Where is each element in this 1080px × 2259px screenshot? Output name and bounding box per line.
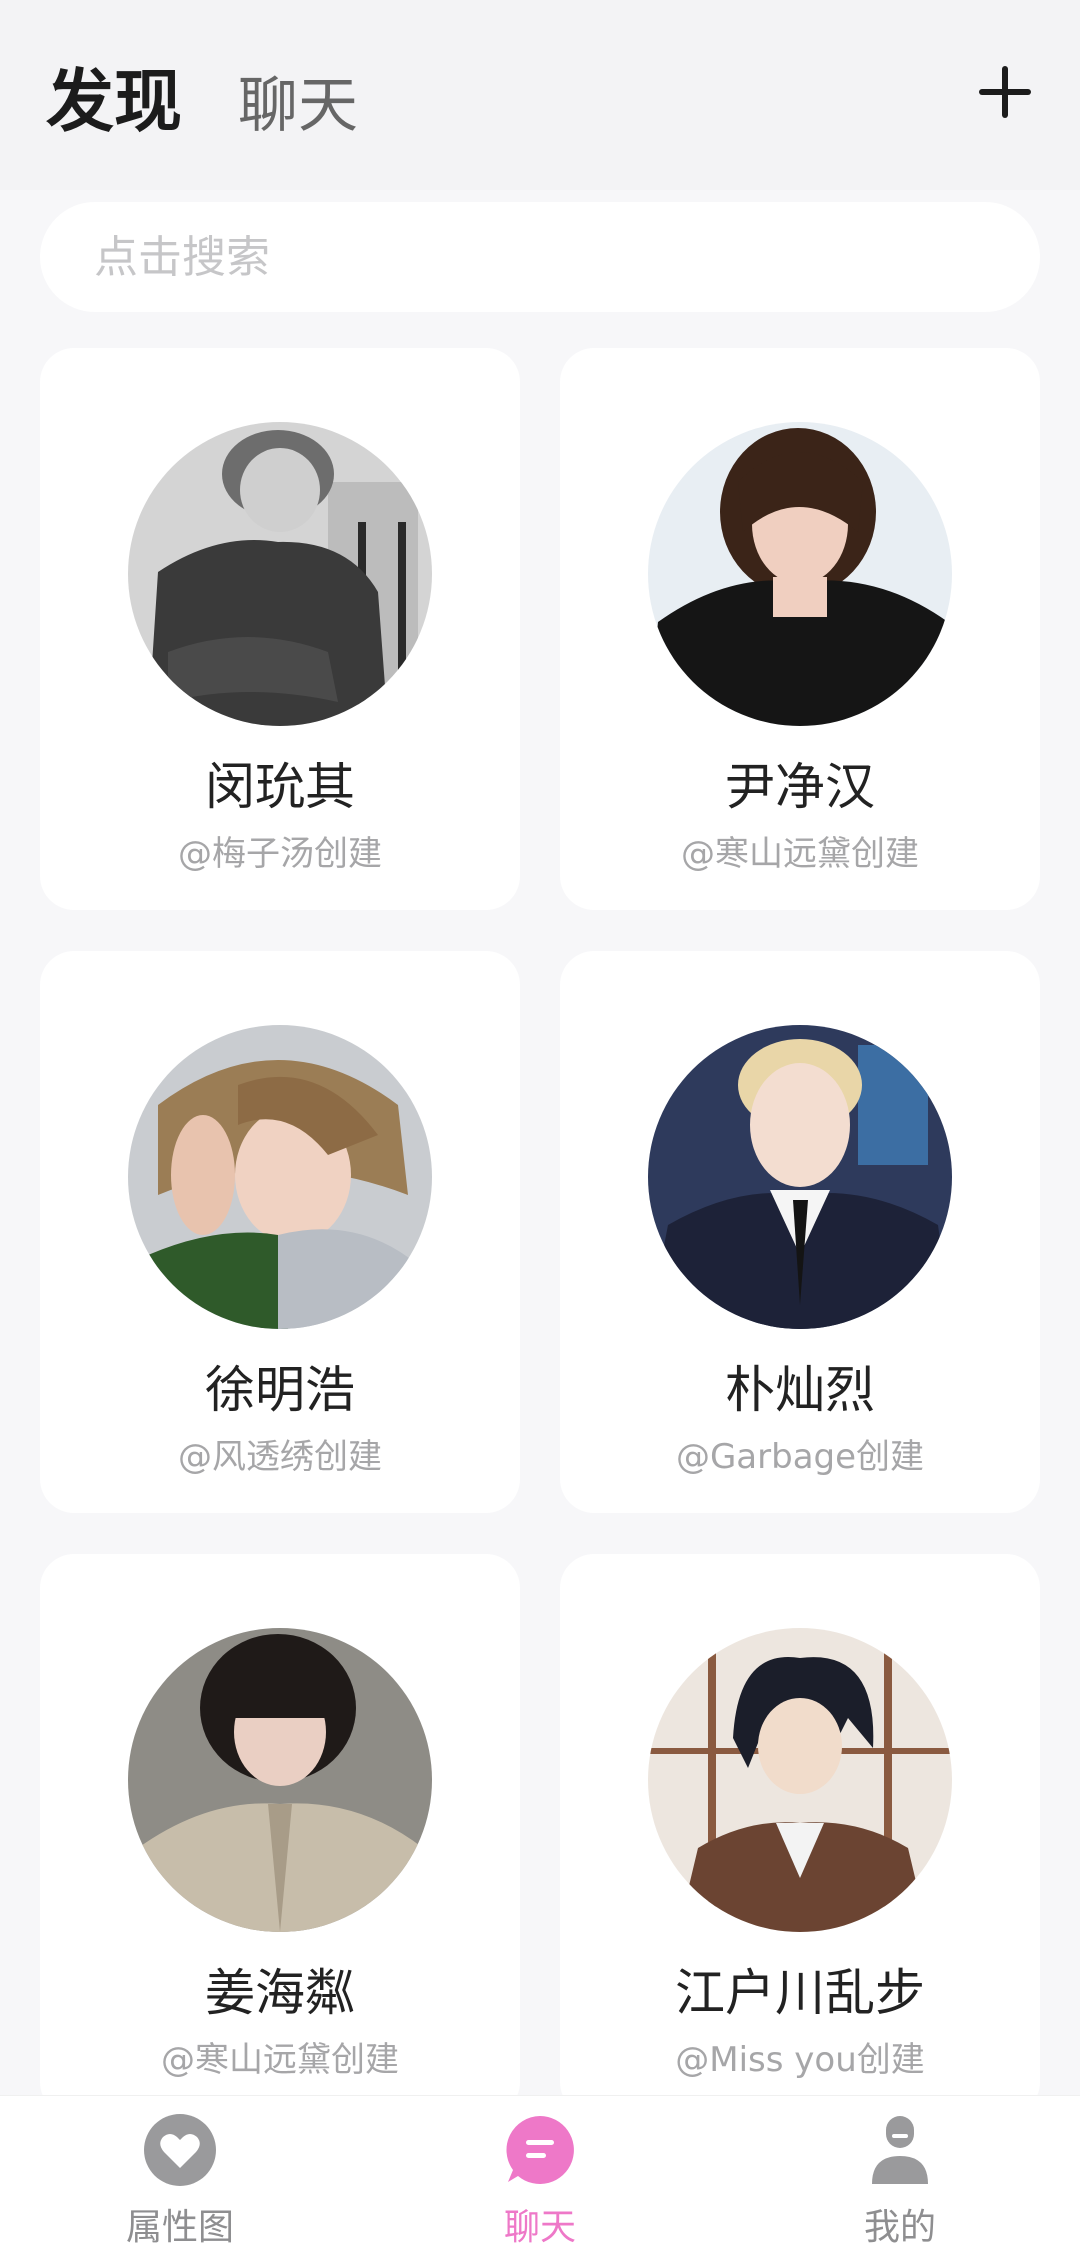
character-name: 尹净汉 xyxy=(725,758,875,816)
nav-item-chat[interactable]: 聊天 xyxy=(440,2096,640,2259)
creator-label: @风透绣创建 xyxy=(178,1437,382,1477)
heart-icon xyxy=(144,2114,216,2186)
character-card[interactable]: 姜海粼 @寒山远黛创建 xyxy=(40,1554,520,2116)
person-icon xyxy=(864,2114,936,2186)
character-name: 姜海粼 xyxy=(205,1964,355,2022)
nav-label-chat: 聊天 xyxy=(503,2207,576,2248)
character-name: 江户川乱步 xyxy=(675,1964,925,2022)
avatar xyxy=(648,1628,952,1932)
chat-bubble-icon xyxy=(504,2114,576,2186)
app-root: 发现 聊天 点击搜索 闵玧其 @梅子汤创建 尹净汉 @寒山远黛创建 徐明浩 @风… xyxy=(0,0,1080,2259)
nav-item-mine[interactable]: 我的 xyxy=(800,2096,1000,2259)
bottom-nav: 属性图 聊天 我的 xyxy=(0,2096,1080,2259)
avatar xyxy=(648,422,952,726)
character-name: 闵玧其 xyxy=(205,758,355,816)
creator-label: @寒山远黛创建 xyxy=(161,2040,399,2080)
character-card[interactable]: 江户川乱步 @Miss you创建 xyxy=(560,1554,1040,2116)
nav-label-mine: 我的 xyxy=(863,2207,936,2248)
character-card[interactable]: 徐明浩 @风透绣创建 xyxy=(40,951,520,1513)
creator-label: @梅子汤创建 xyxy=(178,834,382,874)
avatar xyxy=(128,1025,432,1329)
character-name: 徐明浩 xyxy=(205,1361,355,1419)
nav-item-attributes[interactable]: 属性图 xyxy=(80,2096,280,2259)
character-card[interactable]: 尹净汉 @寒山远黛创建 xyxy=(560,348,1040,910)
creator-label: @Garbage创建 xyxy=(675,1437,925,1477)
character-name: 朴灿烈 xyxy=(725,1361,875,1419)
avatar xyxy=(648,1025,952,1329)
avatar xyxy=(128,422,432,726)
creator-label: @Miss you创建 xyxy=(675,2040,925,2080)
nav-label-attributes: 属性图 xyxy=(125,2207,234,2248)
avatar xyxy=(128,1628,432,1932)
character-card[interactable]: 闵玧其 @梅子汤创建 xyxy=(40,348,520,910)
character-grid: 闵玧其 @梅子汤创建 尹净汉 @寒山远黛创建 徐明浩 @风透绣创建 朴灿烈 @G… xyxy=(0,0,1080,2259)
creator-label: @寒山远黛创建 xyxy=(681,834,919,874)
character-card[interactable]: 朴灿烈 @Garbage创建 xyxy=(560,951,1040,1513)
